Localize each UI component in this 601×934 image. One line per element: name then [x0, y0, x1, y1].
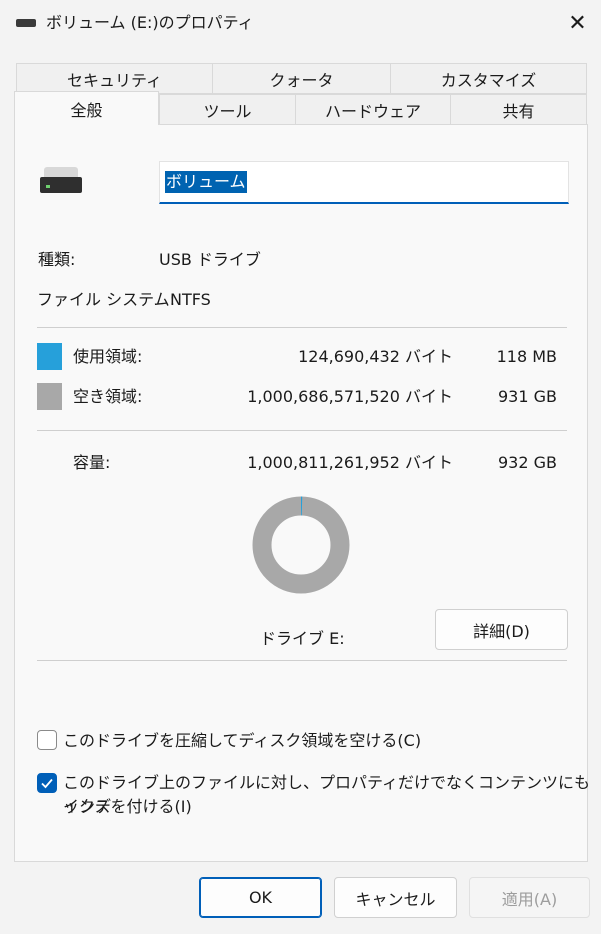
type-value: USB ドライブ	[159, 250, 261, 269]
drive-letter-label: ドライブ E:	[260, 629, 345, 648]
index-checkbox[interactable]	[37, 773, 57, 793]
tab-quota[interactable]: クォータ	[212, 63, 391, 94]
capacity-label: 容量:	[73, 453, 111, 472]
index-label-line2: ックスを付ける(I)	[63, 797, 192, 816]
capacity-size: 932 GB	[498, 453, 557, 472]
disk-usage-donut	[252, 496, 350, 594]
tab-security[interactable]: セキュリティ	[16, 63, 213, 94]
free-space-label: 空き領域:	[73, 387, 143, 406]
compress-checkbox[interactable]	[37, 730, 57, 750]
type-label: 種類:	[38, 250, 76, 269]
close-icon: ✕	[568, 10, 587, 36]
free-space-bytes: 1,000,686,571,520 バイト	[247, 387, 453, 406]
free-space-ring	[252, 496, 350, 594]
tab-customize[interactable]: カスタマイズ	[390, 63, 587, 94]
window-title: ボリューム (E:)のプロパティ	[46, 13, 254, 32]
tab-general[interactable]: 全般	[14, 91, 159, 125]
close-button[interactable]: ✕	[554, 0, 601, 46]
volume-name-input[interactable]: ボリューム	[159, 161, 569, 204]
usb-drive-icon	[40, 167, 82, 193]
free-space-swatch	[37, 383, 62, 410]
used-space-label: 使用領域:	[73, 347, 143, 366]
compress-label: このドライブを圧縮してディスク領域を空ける(C)	[63, 731, 422, 750]
divider	[37, 430, 567, 431]
used-space-swatch	[37, 343, 62, 370]
checkmark-icon	[41, 778, 53, 789]
apply-button[interactable]: 適用(A)	[469, 877, 590, 918]
divider	[37, 327, 567, 328]
details-button[interactable]: 詳細(D)	[435, 609, 568, 650]
used-space-size: 118 MB	[496, 347, 557, 366]
cancel-button[interactable]: キャンセル	[334, 877, 457, 918]
drive-icon	[16, 19, 36, 27]
tab-hardware[interactable]: ハードウェア	[295, 94, 451, 125]
capacity-bytes: 1,000,811,261,952 バイト	[247, 453, 453, 472]
tab-sharing[interactable]: 共有	[450, 94, 587, 125]
filesystem-label: ファイル システム:	[37, 290, 175, 309]
tab-tools[interactable]: ツール	[159, 94, 296, 125]
volume-name-text: ボリューム	[165, 171, 247, 193]
title-bar: ボリューム (E:)のプロパティ ✕	[0, 0, 601, 46]
divider	[37, 660, 567, 661]
filesystem-value: NTFS	[170, 290, 211, 309]
used-space-bytes: 124,690,432 バイト	[298, 347, 453, 366]
ok-button[interactable]: OK	[199, 877, 322, 918]
free-space-size: 931 GB	[498, 387, 557, 406]
